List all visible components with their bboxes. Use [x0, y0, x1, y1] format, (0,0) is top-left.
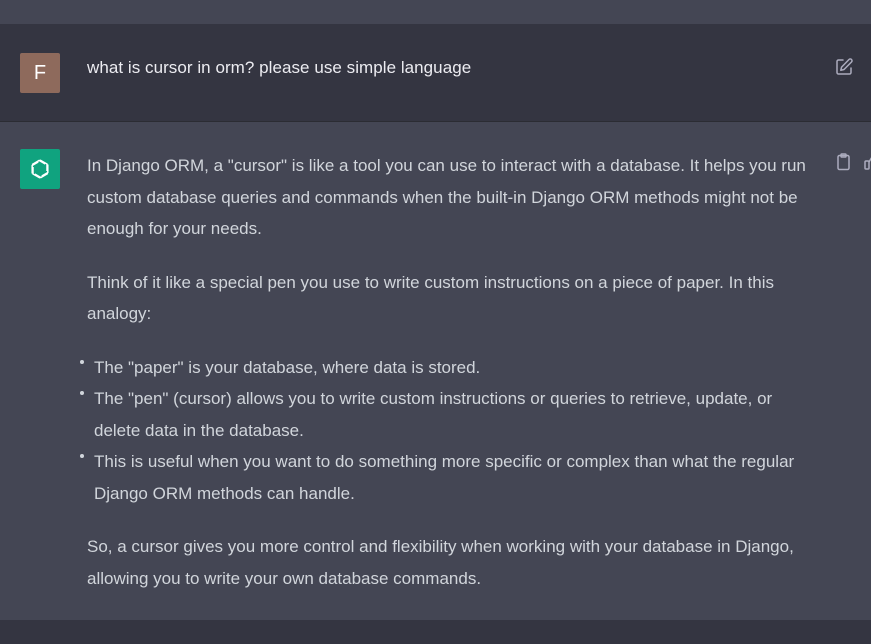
previous-message-edge [0, 0, 871, 24]
user-avatar: F [20, 53, 60, 93]
list-item: The "pen" (cursor) allows you to write c… [80, 383, 822, 446]
answer-paragraph-1: In Django ORM, a "cursor" is like a tool… [87, 156, 806, 238]
answer-paragraph-3: So, a cursor gives you more control and … [87, 537, 794, 588]
assistant-message-row: In Django ORM, a "cursor" is like a tool… [0, 122, 871, 620]
user-message-row: F what is cursor in orm? please use simp… [0, 24, 871, 122]
list-item: The "paper" is your database, where data… [80, 352, 822, 384]
assistant-message-content: In Django ORM, a "cursor" is like a tool… [80, 150, 822, 616]
openai-logo-icon [31, 159, 49, 179]
clipboard-icon[interactable] [834, 152, 854, 172]
analogy-bullet-list: The "paper" is your database, where data… [80, 352, 822, 510]
list-item: This is useful when you want to do somet… [80, 446, 822, 509]
answer-paragraph-2: Think of it like a special pen you use t… [87, 272, 774, 324]
user-message-text: what is cursor in orm? please use simple… [87, 58, 472, 77]
thumbs-up-icon[interactable] [864, 155, 871, 171]
edit-icon[interactable] [834, 57, 854, 77]
next-message-edge [0, 620, 871, 644]
assistant-avatar [20, 149, 60, 189]
